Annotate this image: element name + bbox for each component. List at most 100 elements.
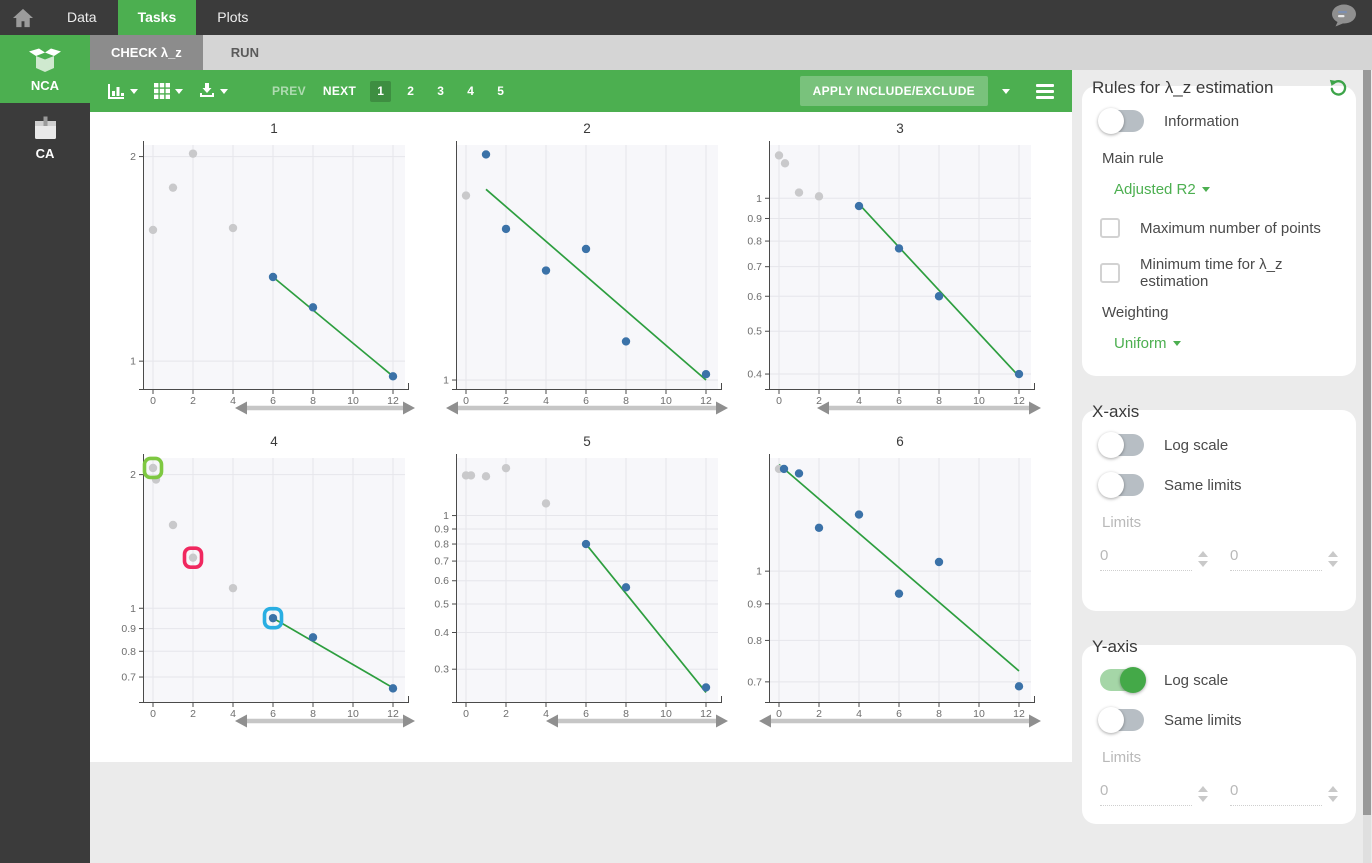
data-point-excluded[interactable]	[169, 183, 177, 191]
data-point-included[interactable]	[622, 583, 630, 591]
x-limit-max-stepper[interactable]	[1328, 551, 1338, 571]
x-same-limits-toggle[interactable]	[1100, 474, 1144, 496]
x-limit-min-stepper[interactable]	[1198, 551, 1208, 571]
slider-right-arrow-icon[interactable]	[716, 402, 728, 415]
y-log-scale-toggle[interactable]	[1100, 669, 1144, 691]
information-toggle[interactable]	[1100, 110, 1144, 132]
y-same-limits-toggle[interactable]	[1100, 709, 1144, 731]
data-point-included[interactable]	[1015, 370, 1023, 378]
page-button-4[interactable]: 4	[460, 81, 481, 102]
apply-dropdown-caret-icon[interactable]	[1002, 89, 1010, 94]
slider-right-arrow-icon[interactable]	[1029, 402, 1041, 415]
data-point-excluded[interactable]	[169, 521, 177, 529]
data-point-included[interactable]	[895, 244, 903, 252]
tab-plots[interactable]: Plots	[196, 0, 269, 35]
y-limit-min-value: 0	[1100, 782, 1192, 806]
max-points-checkbox[interactable]	[1100, 218, 1120, 238]
data-point-included[interactable]	[855, 202, 863, 210]
y-tick-label: 0.5	[434, 599, 449, 611]
prev-page-button[interactable]: PREV	[272, 84, 306, 98]
x-limit-max-input[interactable]: 0	[1230, 547, 1338, 571]
home-button[interactable]	[0, 8, 46, 28]
y-limit-min-input[interactable]: 0	[1100, 782, 1208, 806]
data-point-included[interactable]	[795, 469, 803, 477]
data-point-excluded[interactable]	[482, 472, 490, 480]
x-log-scale-toggle[interactable]	[1100, 434, 1144, 456]
data-point-excluded[interactable]	[815, 192, 823, 200]
data-point-included[interactable]	[1015, 682, 1023, 690]
spinner-down-icon	[1198, 796, 1208, 802]
slider-left-arrow-icon[interactable]	[235, 402, 247, 415]
data-point-included[interactable]	[702, 683, 710, 691]
apply-include-exclude-button[interactable]: APPLY INCLUDE/EXCLUDE	[800, 76, 988, 106]
data-point-included[interactable]	[935, 292, 943, 300]
data-point-excluded[interactable]	[462, 191, 470, 199]
data-point-excluded[interactable]	[502, 464, 510, 472]
weighting-dropdown[interactable]: Uniform	[1114, 335, 1338, 352]
data-point-included[interactable]	[582, 540, 590, 548]
data-point-excluded[interactable]	[542, 499, 550, 507]
data-point-excluded[interactable]	[189, 553, 197, 561]
data-point-included[interactable]	[702, 370, 710, 378]
min-time-checkbox[interactable]	[1100, 263, 1120, 283]
y-limit-max-input[interactable]: 0	[1230, 782, 1338, 806]
data-point-excluded[interactable]	[229, 584, 237, 592]
tab-check-lambda-z[interactable]: CHECK λ_z	[90, 35, 203, 70]
tab-run[interactable]: RUN	[203, 35, 287, 70]
y-limit-max-stepper[interactable]	[1328, 786, 1338, 806]
data-point-included[interactable]	[309, 633, 317, 641]
data-point-included[interactable]	[622, 337, 630, 345]
slider-right-arrow-icon[interactable]	[403, 402, 415, 415]
data-point-excluded[interactable]	[781, 159, 789, 167]
next-page-button[interactable]: NEXT	[323, 84, 356, 98]
sidebar-item-ca[interactable]: CA	[0, 103, 90, 171]
tab-tasks[interactable]: Tasks	[118, 0, 197, 35]
time-range-slider[interactable]	[817, 402, 1041, 415]
tab-data[interactable]: Data	[46, 0, 118, 35]
data-point-excluded[interactable]	[467, 471, 475, 479]
main-rule-dropdown[interactable]: Adjusted R2	[1114, 181, 1338, 198]
reset-button[interactable]	[1328, 78, 1348, 98]
menu-icon[interactable]	[1036, 84, 1054, 99]
page-button-1[interactable]: 1	[370, 81, 391, 102]
data-point-excluded[interactable]	[795, 188, 803, 196]
slider-left-arrow-icon[interactable]	[759, 715, 771, 728]
sidebar-item-nca[interactable]: NCA	[0, 35, 90, 103]
data-point-included[interactable]	[482, 150, 490, 158]
chart-type-button[interactable]	[108, 84, 138, 99]
x-limit-min-input[interactable]: 0	[1100, 547, 1208, 571]
data-point-excluded[interactable]	[229, 224, 237, 232]
x-tick-label: 10	[347, 708, 359, 720]
scrollbar-thumb[interactable]	[1363, 70, 1371, 815]
data-point-included[interactable]	[780, 465, 788, 473]
slider-left-arrow-icon[interactable]	[235, 715, 247, 728]
data-point-included[interactable]	[309, 303, 317, 311]
page-button-5[interactable]: 5	[490, 81, 511, 102]
export-button[interactable]	[199, 83, 228, 99]
data-point-included[interactable]	[895, 589, 903, 597]
data-point-included[interactable]	[935, 558, 943, 566]
data-point-excluded[interactable]	[149, 464, 157, 472]
feedback-button[interactable]	[1330, 4, 1358, 32]
data-point-included[interactable]	[389, 684, 397, 692]
y-limit-min-stepper[interactable]	[1198, 786, 1208, 806]
slider-right-arrow-icon[interactable]	[716, 715, 728, 728]
data-point-included[interactable]	[855, 510, 863, 518]
slider-right-arrow-icon[interactable]	[403, 715, 415, 728]
layout-button[interactable]	[154, 83, 183, 99]
data-point-included[interactable]	[389, 372, 397, 380]
data-point-included[interactable]	[542, 266, 550, 274]
data-point-excluded[interactable]	[189, 149, 197, 157]
data-point-excluded[interactable]	[149, 226, 157, 234]
data-point-excluded[interactable]	[775, 151, 783, 159]
data-point-included[interactable]	[582, 245, 590, 253]
data-point-included[interactable]	[815, 524, 823, 532]
slider-right-arrow-icon[interactable]	[1029, 715, 1041, 728]
data-point-included[interactable]	[502, 225, 510, 233]
page-button-3[interactable]: 3	[430, 81, 451, 102]
page-button-2[interactable]: 2	[400, 81, 421, 102]
data-point-included[interactable]	[269, 614, 277, 622]
plot-cell-6: 610.90.80.7024681012	[741, 428, 1054, 728]
data-point-included[interactable]	[269, 273, 277, 281]
slider-left-arrow-icon[interactable]	[446, 402, 458, 415]
